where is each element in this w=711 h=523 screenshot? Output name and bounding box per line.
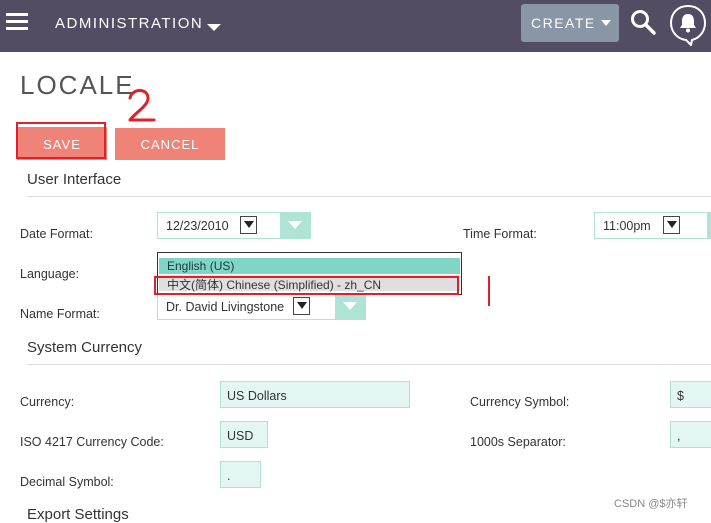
handwritten-annotation-2 [128,89,156,122]
chevron-down-icon [240,216,257,234]
page-title: LOCALE [20,70,135,100]
currency-value: US Dollars [227,389,287,403]
cancel-button[interactable]: CANCEL [115,128,225,160]
save-annotation-outline [16,122,106,159]
hamburger-icon[interactable] [6,13,28,31]
chevron-down-icon [293,297,310,315]
chevron-down-icon[interactable] [207,24,221,31]
date-format-value: 12/23/2010 [166,219,229,233]
thousands-separator-label: 1000s Separator: [470,435,566,449]
iso-currency-code-label: ISO 4217 Currency Code: [20,435,164,449]
chevron-down-icon [663,216,680,234]
currency-symbol-label: Currency Symbol: [470,395,570,409]
name-format-value: Dr. David Livingstone [166,300,285,314]
caret-down-icon [335,294,366,319]
currency-field[interactable]: US Dollars [220,381,410,408]
section-title-user-interface: User Interface [27,171,122,188]
time-format-value: 11:00pm [603,219,651,233]
create-button-label: CREATE [531,15,596,31]
caret-down-icon [707,213,711,238]
section-divider [27,364,711,365]
chinese-option-annotation-outline [154,276,459,295]
create-button[interactable]: CREATE [521,4,619,42]
decimal-symbol-label: Decimal Symbol: [20,475,114,489]
annotation-mark [488,276,490,306]
administration-menu[interactable]: ADMINISTRATION [55,15,203,32]
thousands-separator-field[interactable]: , [670,421,711,448]
time-format-select[interactable]: 11:00pm [594,212,711,239]
cancel-button-label: CANCEL [140,137,200,152]
section-title-export-settings: Export Settings [27,506,129,523]
section-title-system-currency: System Currency [27,339,143,356]
date-format-select[interactable]: 12/23/2010 [157,212,311,239]
language-option-english[interactable]: English (US) [159,258,460,274]
bell-icon[interactable] [669,4,707,46]
language-label: Language: [20,267,80,281]
search-icon[interactable] [630,9,656,35]
decimal-symbol-field[interactable]: . [220,461,261,488]
thousands-separator-value: , [677,429,681,443]
date-format-label: Date Format: [20,227,93,241]
iso-currency-code-value: USD [227,429,254,443]
currency-label: Currency: [20,395,75,409]
name-format-label: Name Format: [20,307,100,321]
caret-down-icon [280,213,311,238]
section-divider [27,196,711,197]
language-option-label: English (US) [167,259,235,273]
time-format-label: Time Format: [463,227,537,241]
name-format-select[interactable]: Dr. David Livingstone [157,293,366,320]
decimal-symbol-value: . [227,469,231,483]
currency-symbol-field[interactable]: $ [670,381,711,408]
currency-symbol-value: $ [677,389,684,403]
iso-currency-code-field[interactable]: USD [220,421,268,448]
caret-down-icon [601,20,611,26]
watermark: CSDN @$亦轩 [614,498,688,510]
top-navigation-bar: ADMINISTRATION CREATE [0,0,711,52]
